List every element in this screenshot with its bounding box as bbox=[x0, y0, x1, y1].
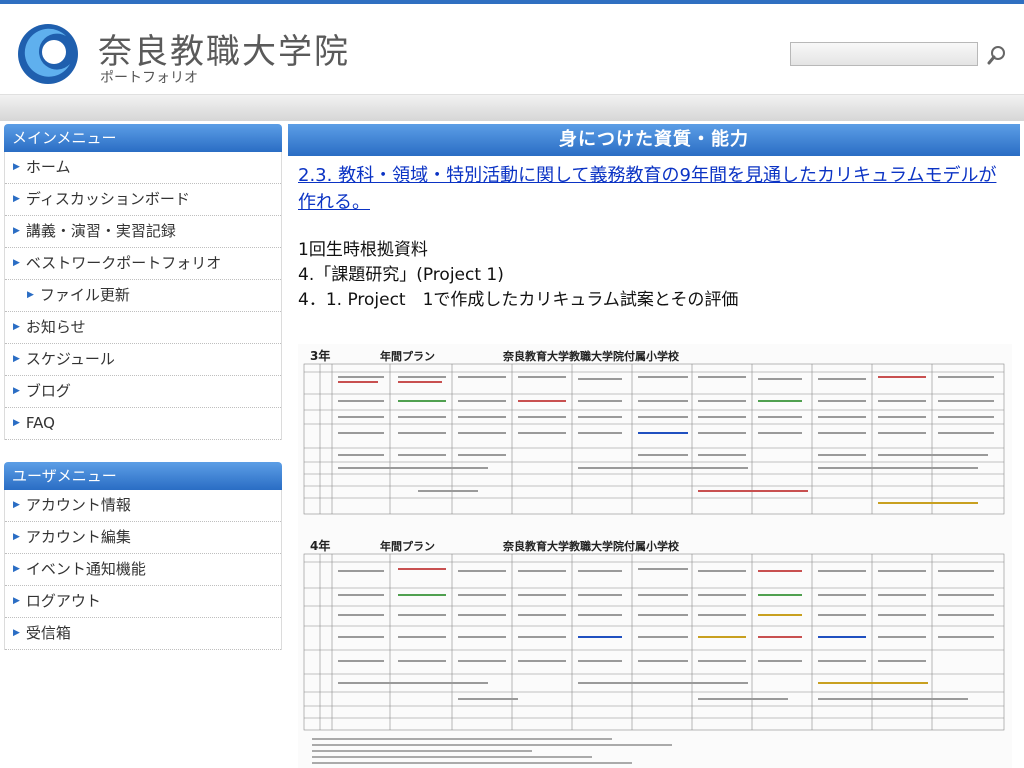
menu-item-logout[interactable]: ▶ ログアウト bbox=[5, 586, 281, 618]
bullet-icon: ▶ bbox=[13, 596, 20, 606]
user-menu-title: ユーザメニュー bbox=[4, 462, 282, 490]
menu-item-discussion-board[interactable]: ▶ ディスカッションボード bbox=[5, 184, 281, 216]
menu-item-home[interactable]: ▶ ホーム bbox=[5, 152, 281, 184]
menu-item-label: お知らせ bbox=[25, 318, 86, 336]
menu-item-blog[interactable]: ▶ ブログ bbox=[5, 376, 281, 408]
menu-item-label: イベント通知機能 bbox=[25, 560, 146, 578]
bullet-icon: ▶ bbox=[13, 162, 20, 172]
table1-plan: 年間プラン bbox=[380, 349, 435, 363]
bullet-icon: ▶ bbox=[13, 628, 20, 638]
bullet-icon: ▶ bbox=[27, 290, 34, 300]
menu-item-news[interactable]: ▶ お知らせ bbox=[5, 312, 281, 344]
menu-item-inbox[interactable]: ▶ 受信箱 bbox=[5, 618, 281, 650]
sidebar: メインメニュー ▶ ホーム ▶ ディスカッションボード ▶ 講義・演習・実習記録 ▶ ベ… bbox=[4, 124, 282, 650]
main-content: 身につけた資質・能力 2.3. 教科・領域・特別活動に関して義務教育の9年間を見… bbox=[288, 124, 1020, 768]
menu-item-account-edit[interactable]: ▶ アカウント編集 bbox=[5, 522, 281, 554]
logo-icon bbox=[18, 24, 78, 84]
menu-item-label: ベストワークポートフォリオ bbox=[25, 254, 222, 272]
bullet-icon: ▶ bbox=[13, 386, 20, 396]
menu-item-faq[interactable]: ▶ FAQ bbox=[5, 408, 281, 440]
menu-item-event-notify[interactable]: ▶ イベント通知機能 bbox=[5, 554, 281, 586]
table2-grade: 4年 bbox=[310, 538, 330, 553]
menu-item-label: ブログ bbox=[25, 382, 71, 400]
menu-gap bbox=[4, 440, 282, 462]
curriculum-tables: 3年 年間プラン 奈良教育大学教職大学院付属小学校 4年 年間プラン 奈良教育大… bbox=[298, 344, 1012, 768]
menu-item-schedule[interactable]: ▶ スケジュール bbox=[5, 344, 281, 376]
main-menu-title: メインメニュー bbox=[4, 124, 282, 152]
curriculum-heading: 4．1. Project 1で作成したカリキュラム試案とその評価 bbox=[298, 290, 739, 310]
menu-item-label: FAQ bbox=[25, 414, 55, 432]
site-subtitle: ポートフォリオ bbox=[100, 70, 198, 86]
site-header: 奈良教職大学院 ポートフォリオ bbox=[0, 4, 1024, 94]
menu-item-account-info[interactable]: ▶ アカウント情報 bbox=[5, 490, 281, 522]
site-title: 奈良教職大学院 bbox=[98, 32, 350, 72]
bullet-icon: ▶ bbox=[13, 226, 20, 236]
menu-item-label: アカウント情報 bbox=[25, 496, 131, 514]
project-heading: 4.「課題研究」(Project 1) bbox=[298, 265, 504, 285]
menu-item-label: ファイル更新 bbox=[39, 286, 130, 304]
menu-item-file-update[interactable]: ▶ ファイル更新 bbox=[5, 280, 281, 312]
main-menu: ▶ ホーム ▶ ディスカッションボード ▶ 講義・演習・実習記録 ▶ ベストワークポート… bbox=[4, 152, 282, 440]
table1-school: 奈良教育大学教職大学院付属小学校 bbox=[502, 349, 680, 363]
page-title: 身につけた資質・能力 bbox=[288, 124, 1020, 156]
content-body: 2.3. 教科・領域・特別活動に関して義務教育の9年間を見通したカリキュラムモデ… bbox=[288, 156, 1020, 319]
menu-item-label: 講義・演習・実習記録 bbox=[25, 222, 176, 240]
bullet-icon: ▶ bbox=[13, 418, 20, 428]
table2-school: 奈良教育大学教職大学院付属小学校 bbox=[502, 539, 680, 553]
evidence-heading: 1回生時根拠資料 bbox=[298, 240, 428, 260]
menu-item-best-work-portfolio[interactable]: ▶ ベストワークポートフォリオ bbox=[5, 248, 281, 280]
bullet-icon: ▶ bbox=[13, 354, 20, 364]
search-icon bbox=[987, 46, 1005, 65]
menu-item-label: ログアウト bbox=[25, 592, 101, 610]
user-menu: ▶ アカウント情報 ▶ アカウント編集 ▶ イベント通知機能 ▶ ログアウト ▶ 受信箱 bbox=[4, 490, 282, 650]
bullet-icon: ▶ bbox=[13, 322, 20, 332]
menu-item-label: ホーム bbox=[25, 158, 71, 176]
search-input[interactable] bbox=[790, 42, 978, 66]
menu-item-label: アカウント編集 bbox=[25, 528, 131, 546]
bullet-icon: ▶ bbox=[13, 564, 20, 574]
search-button[interactable] bbox=[982, 40, 1012, 70]
bullet-icon: ▶ bbox=[13, 194, 20, 204]
bullet-icon: ▶ bbox=[13, 500, 20, 510]
menu-item-label: ディスカッションボード bbox=[25, 190, 190, 208]
menu-item-label: スケジュール bbox=[25, 350, 115, 368]
table1-grade: 3年 bbox=[310, 348, 330, 363]
curriculum-document-image: 3年 年間プラン 奈良教育大学教職大学院付属小学校 4年 年間プラン 奈良教育大… bbox=[298, 344, 1012, 768]
table2-plan: 年間プラン bbox=[380, 539, 435, 553]
competency-link[interactable]: 2.3. 教科・領域・特別活動に関して義務教育の9年間を見通したカリキュラムモデ… bbox=[298, 162, 1010, 216]
menu-item-label: 受信箱 bbox=[25, 624, 71, 642]
bullet-icon: ▶ bbox=[13, 258, 20, 268]
menu-item-lecture-records[interactable]: ▶ 講義・演習・実習記録 bbox=[5, 216, 281, 248]
nav-band bbox=[0, 94, 1024, 121]
bullet-icon: ▶ bbox=[13, 532, 20, 542]
